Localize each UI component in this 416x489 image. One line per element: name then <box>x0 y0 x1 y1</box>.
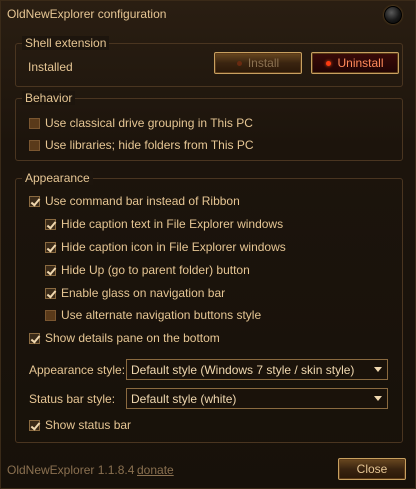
libraries-label: Use libraries; hide folders from This PC <box>45 138 254 152</box>
hide-caption-text-label: Hide caption text in File Explorer windo… <box>61 217 284 231</box>
hide-up-button-label: Hide Up (go to parent folder) button <box>61 263 250 277</box>
shell-extension-legend: Shell extension <box>22 36 110 50</box>
alt-nav-style-checkbox[interactable] <box>45 309 56 321</box>
drive-grouping-checkbox[interactable] <box>29 117 40 129</box>
donate-link[interactable]: donate <box>137 463 174 477</box>
alt-nav-style-option[interactable]: Use alternate navigation buttons style <box>45 307 261 323</box>
dropdown-arrow-icon <box>374 396 382 401</box>
status-bar-style-select[interactable]: Default style (white) <box>126 388 388 409</box>
window-title: OldNewExplorer configuration <box>7 7 167 21</box>
dropdown-arrow-icon <box>374 367 382 372</box>
behavior-legend: Behavior <box>22 91 76 105</box>
command-bar-checkbox[interactable] <box>29 195 40 207</box>
libraries-checkbox[interactable] <box>29 139 40 151</box>
appearance-style-value: Default style (Windows 7 style / skin st… <box>131 362 355 377</box>
install-dot-icon <box>236 60 242 66</box>
drive-grouping-option[interactable]: Use classical drive grouping in This PC <box>29 115 253 131</box>
close-orb-icon[interactable] <box>384 6 402 24</box>
glass-nav-option[interactable]: Enable glass on navigation bar <box>45 285 225 301</box>
uninstall-dot-icon <box>326 60 332 66</box>
status-bar-label: Show status bar <box>45 418 132 432</box>
hide-caption-icon-label: Hide caption icon in File Explorer windo… <box>61 240 286 254</box>
uninstall-label: Uninstall <box>337 56 384 70</box>
close-button[interactable]: Close <box>338 458 406 480</box>
uninstall-button[interactable]: Uninstall <box>311 52 399 74</box>
status-bar-style-value: Default style (white) <box>131 391 237 406</box>
shell-status-text: Installed <box>28 60 73 74</box>
version-text: OldNewExplorer 1.1.8.4 <box>7 463 135 477</box>
command-bar-option[interactable]: Use command bar instead of Ribbon <box>29 193 240 209</box>
hide-caption-icon-option[interactable]: Hide caption icon in File Explorer windo… <box>45 239 286 255</box>
status-bar-checkbox[interactable] <box>29 419 40 431</box>
hide-caption-icon-checkbox[interactable] <box>45 241 56 253</box>
close-label: Close <box>356 462 388 476</box>
drive-grouping-label: Use classical drive grouping in This PC <box>45 116 253 130</box>
hide-up-button-option[interactable]: Hide Up (go to parent folder) button <box>45 262 250 278</box>
appearance-style-select[interactable]: Default style (Windows 7 style / skin st… <box>126 359 388 380</box>
install-button[interactable]: Install <box>214 52 302 74</box>
alt-nav-style-label: Use alternate navigation buttons style <box>61 308 262 322</box>
hide-caption-text-option[interactable]: Hide caption text in File Explorer windo… <box>45 216 283 232</box>
details-pane-label: Show details pane on the bottom <box>45 331 220 345</box>
glass-nav-checkbox[interactable] <box>45 287 56 299</box>
hide-up-button-checkbox[interactable] <box>45 264 56 276</box>
libraries-option[interactable]: Use libraries; hide folders from This PC <box>29 137 254 153</box>
appearance-legend: Appearance <box>22 171 93 185</box>
details-pane-option[interactable]: Show details pane on the bottom <box>29 330 220 346</box>
command-bar-label: Use command bar instead of Ribbon <box>45 194 240 208</box>
title-bar[interactable]: OldNewExplorer configuration <box>1 1 415 27</box>
glass-nav-label: Enable glass on navigation bar <box>61 286 226 300</box>
install-label: Install <box>247 56 280 70</box>
appearance-style-label: Appearance style: <box>29 363 126 377</box>
status-bar-option[interactable]: Show status bar <box>29 417 131 433</box>
details-pane-checkbox[interactable] <box>29 332 40 344</box>
config-window: OldNewExplorer configuration Shell exten… <box>0 0 416 489</box>
hide-caption-text-checkbox[interactable] <box>45 218 56 230</box>
status-bar-style-label: Status bar style: <box>29 392 116 406</box>
